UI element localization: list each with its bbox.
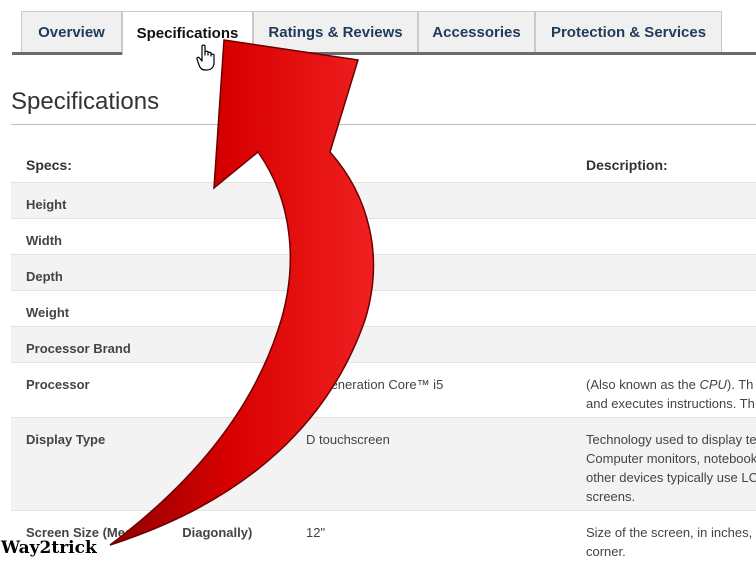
table-row: Depth: [11, 255, 756, 291]
description-line: other devices typically use LC: [586, 470, 756, 485]
spec-description: (Also known as the CPU). Th and executes…: [586, 363, 756, 413]
spec-value: [306, 219, 576, 231]
specs-table: Specs: Description: Height Width Depth W…: [11, 145, 756, 571]
spec-value: [306, 183, 576, 195]
tab-specifications[interactable]: Specifications: [122, 11, 253, 55]
spec-value: [306, 255, 576, 267]
table-header-row: Specs: Description:: [11, 145, 756, 183]
spec-value: th Generation Core™ i5: [306, 377, 444, 392]
spec-label: Width: [26, 233, 62, 248]
spec-label: Display Type: [26, 432, 106, 447]
description-line: screens.: [586, 489, 636, 504]
spec-value: D touchscreen: [306, 432, 390, 447]
spec-label: Height: [26, 197, 67, 212]
description-line: Computer monitors, notebook: [586, 451, 756, 466]
product-tabs: Overview Specifications Ratings & Review…: [0, 0, 756, 55]
watermark-text: Way2trick: [1, 538, 97, 558]
table-row: Height: [11, 183, 756, 219]
spec-description: Technology used to display te Computer m…: [586, 418, 756, 506]
table-row: Screen Size (Mea Diagonally) 12" Size of …: [11, 511, 756, 571]
description-column-header: Description:: [586, 157, 668, 173]
description-line: Technology used to display te: [586, 432, 756, 447]
table-row: Width: [11, 219, 756, 255]
spec-label: Weight: [26, 305, 70, 320]
tab-accessories[interactable]: Accessories: [418, 11, 535, 52]
description-line: (Also known as the CPU). Th: [586, 377, 754, 392]
description-line: corner.: [586, 544, 626, 559]
title-divider: [11, 124, 756, 125]
table-row: Display Type D touchscreen Technology us…: [11, 418, 756, 511]
tab-ratings-reviews[interactable]: Ratings & Reviews: [253, 11, 418, 52]
value-column-header: [306, 145, 576, 156]
spec-description: Size of the screen, in inches, corner.: [586, 511, 756, 561]
table-row: Processor Brand: [11, 327, 756, 363]
spec-label: Processor: [26, 377, 90, 392]
page-title: Specifications: [11, 88, 160, 115]
cpu-term: CPU: [699, 377, 727, 392]
spec-label: Processor Brand: [26, 341, 131, 356]
spec-value: [306, 291, 576, 303]
table-row: Processor th Generation Core™ i5 (Also k…: [11, 363, 756, 418]
tab-protection-services[interactable]: Protection & Services: [535, 11, 722, 52]
spec-value: 12": [306, 525, 326, 540]
spec-label: Depth: [26, 269, 63, 284]
spec-label-end: Diagonally): [182, 525, 253, 540]
description-line: and executes instructions. Th: [586, 396, 755, 411]
description-line: Size of the screen, in inches,: [586, 525, 753, 540]
specs-column-header: Specs:: [26, 157, 72, 173]
hand-pointer-icon: [196, 44, 215, 71]
spec-value: [306, 327, 576, 339]
tab-overview[interactable]: Overview: [21, 11, 122, 52]
table-row: Weight: [11, 291, 756, 327]
